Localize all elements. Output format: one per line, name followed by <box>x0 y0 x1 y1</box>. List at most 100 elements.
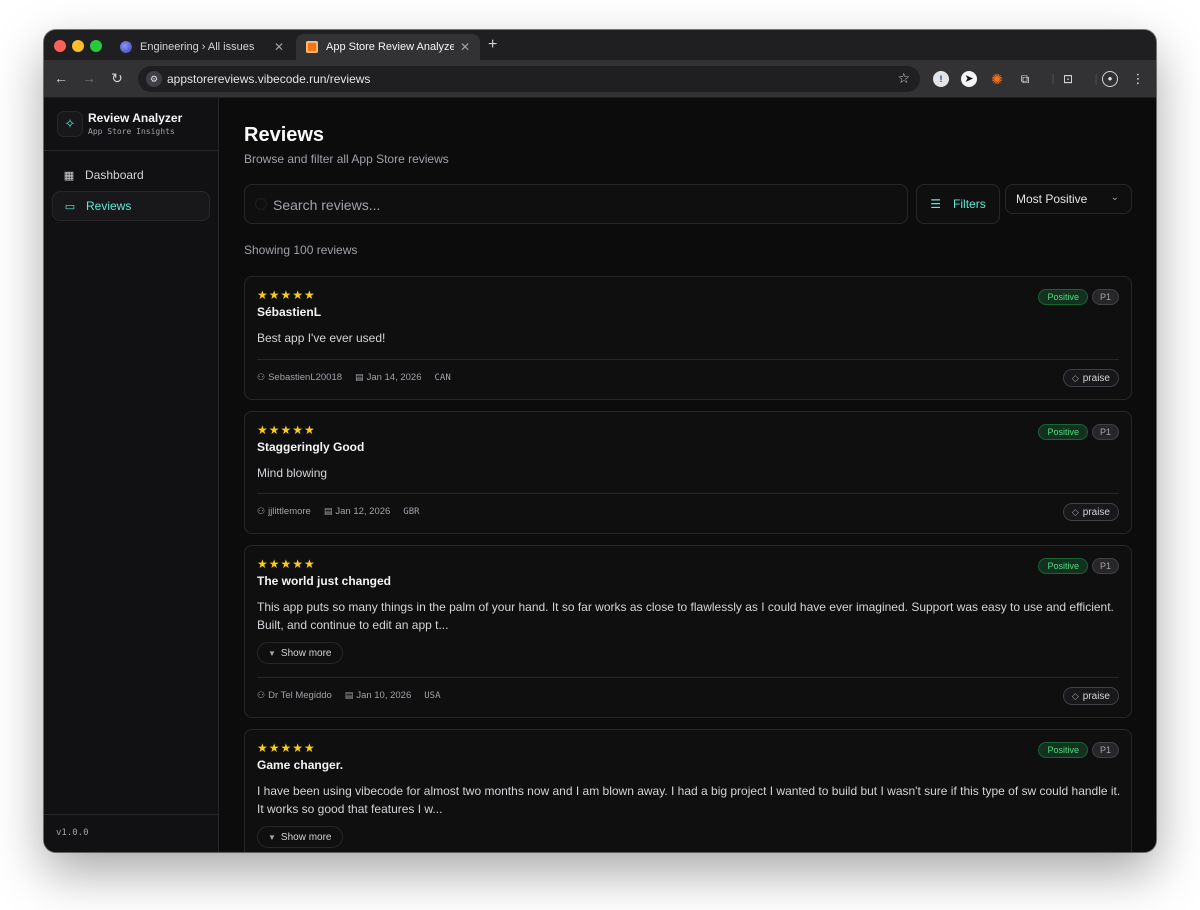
review-badges: Positive P1 <box>1038 558 1119 574</box>
review-card: ★★★★★ Game changer. Positive P1 I have b… <box>244 729 1132 852</box>
browser-tab-review-analyzer[interactable]: App Store Review Analyzer ✕ <box>296 34 480 60</box>
priority-badge: P1 <box>1091 742 1119 758</box>
sidebar-item-label: Dashboard <box>85 168 144 182</box>
calendar-icon: ▤ <box>323 506 333 516</box>
review-badges: Positive P1 <box>1038 424 1119 440</box>
page-title: Reviews <box>244 124 325 146</box>
review-card: ★★★★★ The world just changed Positive P1… <box>244 545 1132 718</box>
priority-badge: P1 <box>1091 289 1119 305</box>
sentiment-badge: Positive <box>1038 558 1088 574</box>
category-tag[interactable]: ◇ praise <box>1062 369 1119 387</box>
extensions-icon[interactable]: ⧉ <box>1017 71 1033 87</box>
card-divider <box>257 677 1119 678</box>
review-meta: ⚇ Dr Tel Megiddo ▤ Jan 10, 2026 USA <box>257 690 441 701</box>
sidebar-item-reviews[interactable]: ▭ Reviews <box>52 191 210 221</box>
tag-icon: ◇ <box>1071 372 1079 383</box>
review-title: SébastienL <box>257 305 322 319</box>
star-rating: ★★★★★ <box>257 557 316 571</box>
review-author: jjlittlemore <box>268 506 311 517</box>
sidebar-item-dashboard[interactable]: ▦ Dashboard <box>52 160 210 190</box>
close-tab-icon[interactable]: ✕ <box>274 40 284 54</box>
calendar-icon: ▤ <box>344 690 354 700</box>
forward-arrow-icon[interactable]: → <box>81 70 97 86</box>
user-icon: ⚇ <box>257 690 266 700</box>
user-icon: ⚇ <box>257 372 266 382</box>
filters-button[interactable]: ☰ Filters <box>916 184 1000 224</box>
review-body: This app puts so many things in the palm… <box>257 600 1114 632</box>
bookmark-star-icon[interactable]: ☆ <box>897 70 910 87</box>
sentiment-badge: Positive <box>1038 424 1088 440</box>
sparkle-icon[interactable]: ✺ <box>989 71 1005 87</box>
review-title: Staggeringly Good <box>257 440 365 454</box>
review-meta: ⚇ jjlittlemore ▤ Jan 12, 2026 GBR <box>257 506 420 517</box>
new-tab-button[interactable]: + <box>488 36 497 54</box>
app-favicon-icon <box>306 41 318 53</box>
show-more-button[interactable]: ▼ Show more <box>257 642 343 664</box>
compass-icon[interactable]: ➤ <box>961 71 977 87</box>
calendar-icon: ▤ <box>355 372 364 382</box>
more-menu-icon[interactable]: ⋮ <box>1130 71 1146 87</box>
review-title: The world just changed <box>257 574 392 588</box>
maximize-window-button[interactable] <box>90 40 102 52</box>
tag-icon: ◇ <box>1071 690 1079 701</box>
sort-value: Most Positive <box>1016 192 1088 206</box>
minimize-window-button[interactable] <box>72 40 84 52</box>
url-text[interactable]: appstorereviews.vibecode.run/reviews <box>167 72 370 86</box>
address-bar[interactable]: ⚙ appstorereviews.vibecode.run/reviews ☆ <box>138 66 920 92</box>
category-tag[interactable]: ◇ praise <box>1062 687 1119 705</box>
review-author: SebastienL20018 <box>268 372 343 383</box>
main-content: Reviews Browse and filter all App Store … <box>220 98 1156 852</box>
search-input[interactable] <box>273 195 873 215</box>
linear-favicon-icon <box>120 41 132 53</box>
tag-label: praise <box>1082 506 1110 518</box>
review-date: Jan 10, 2026 <box>356 690 412 701</box>
review-country: CAN <box>434 372 451 383</box>
filters-label: Filters <box>953 197 986 211</box>
sliders-icon: ☰ <box>930 197 942 211</box>
chevron-down-icon: ▼ <box>268 648 276 658</box>
sort-select[interactable]: Most Positive ⌄ <box>1005 184 1132 214</box>
review-body: I have been using vibecode for almost tw… <box>257 784 1121 816</box>
tab-search-icon[interactable]: ⊡ <box>1060 71 1076 87</box>
tab-title: App Store Review Analyzer <box>326 41 454 53</box>
toolbar-divider: | <box>1051 73 1055 85</box>
review-card: ★★★★★ Staggeringly Good Positive P1 Mind… <box>244 411 1132 534</box>
profile-icon[interactable]: ● <box>1102 71 1118 87</box>
user-icon: ⚇ <box>257 506 266 516</box>
chevron-down-icon: ⌄ <box>1110 192 1119 203</box>
back-arrow-icon[interactable]: ← <box>53 70 69 86</box>
priority-badge: P1 <box>1091 558 1119 574</box>
sparkles-logo-icon: ✧ <box>57 111 83 137</box>
tag-label: praise <box>1082 690 1110 702</box>
app-root: ✧ Review Analyzer App Store Insights ▦ D… <box>44 98 1156 852</box>
browser-window: Engineering › All issues ✕ App Store Rev… <box>44 30 1156 852</box>
sidebar: ✧ Review Analyzer App Store Insights ▦ D… <box>44 98 219 852</box>
star-rating: ★★★★★ <box>257 423 316 437</box>
browser-tab-engineering[interactable]: Engineering › All issues ✕ <box>110 34 294 60</box>
review-count: Showing 100 reviews <box>244 243 358 257</box>
tag-label: praise <box>1082 372 1110 384</box>
sentiment-badge: Positive <box>1038 742 1088 758</box>
tab-strip: Engineering › All issues ✕ App Store Rev… <box>44 30 1156 60</box>
reload-icon[interactable]: ↻ <box>109 70 125 87</box>
brand-subtitle: App Store Insights <box>88 127 175 136</box>
review-badges: Positive P1 <box>1038 742 1119 758</box>
show-more-button[interactable]: ▼ Show more <box>257 826 343 848</box>
priority-badge: P1 <box>1091 424 1119 440</box>
message-icon: ▭ <box>64 200 76 213</box>
sidebar-item-label: Reviews <box>86 199 132 213</box>
site-settings-icon[interactable]: ⚙ <box>146 71 162 87</box>
search-icon <box>255 198 267 210</box>
close-window-button[interactable] <box>54 40 66 52</box>
show-more-label: Show more <box>280 831 332 843</box>
review-date: Jan 12, 2026 <box>335 506 391 517</box>
review-country: USA <box>424 690 441 701</box>
category-tag[interactable]: ◇ praise <box>1062 503 1119 521</box>
search-box[interactable] <box>244 184 908 224</box>
close-tab-icon[interactable]: ✕ <box>460 40 470 54</box>
tab-title: Engineering › All issues <box>140 41 255 53</box>
review-badges: Positive P1 <box>1038 289 1119 305</box>
password-manager-icon[interactable]: ! <box>933 71 949 87</box>
sentiment-badge: Positive <box>1038 289 1088 305</box>
star-rating: ★★★★★ <box>257 741 316 755</box>
